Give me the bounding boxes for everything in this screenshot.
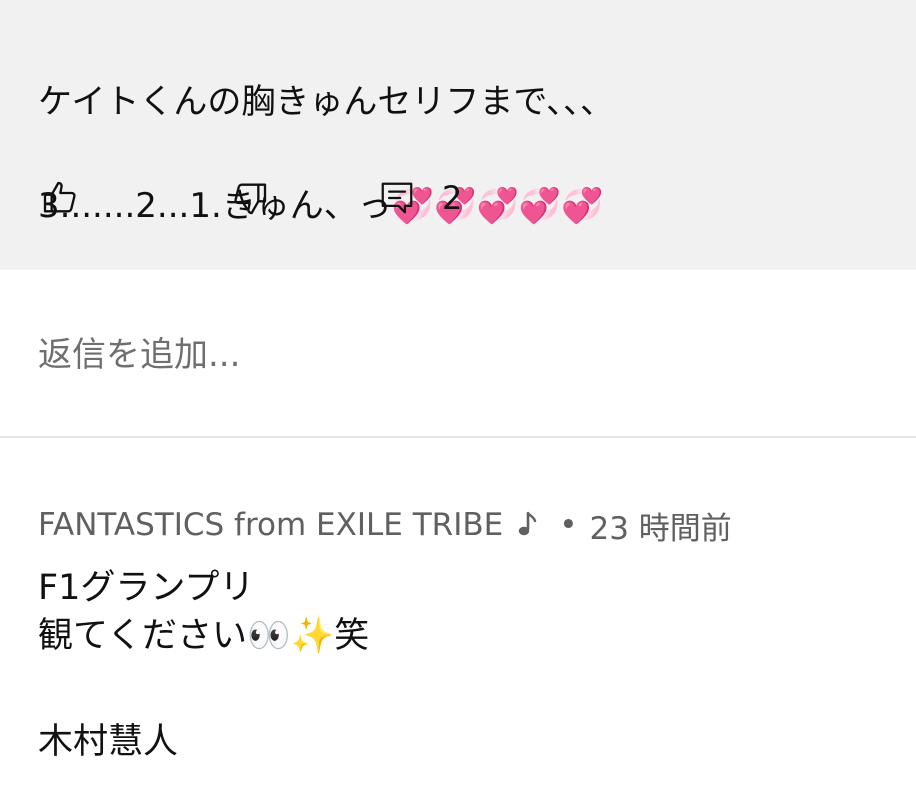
divider [0,436,916,438]
meta-separator: • [559,507,578,543]
add-reply-input[interactable] [0,300,916,410]
comment-text-line-1: ケイトくんの胸きゅんセリフまで、、、 [38,82,614,122]
reply-body-line: F1グランプリ [38,568,255,608]
like-button[interactable] [40,168,80,228]
music-note-icon [517,511,537,539]
reply-body-line: 観てください👀✨笑 [38,616,370,656]
highlighted-comment: ケイトくんの胸きゅんセリフまで、、、 3.......2...1.きゅん、っ💞💞… [0,0,916,270]
thumbs-up-icon [40,178,80,218]
reply-count: 2 [442,179,463,217]
comment-thread: ケイトくんの胸きゅんセリフまで、、、 3.......2...1.きゅん、っ💞💞… [0,0,916,811]
thumbs-down-icon [230,178,270,218]
dislike-button[interactable] [230,168,270,228]
comment-icon [378,178,416,218]
reply-meta: FANTASTICS from EXILE TRIBE • 23 時間前 [38,500,732,550]
replies-button[interactable]: 2 [378,168,462,228]
author-name[interactable]: FANTASTICS from EXILE TRIBE [38,507,503,543]
reply-body-signature: 木村慧人 [38,722,179,762]
comment-action-bar: 2 [0,168,916,228]
reply-body-blank-line [38,660,898,718]
comment-text: ケイトくんの胸きゅんセリフまで、、、 3.......2...1.きゅん、っ💞💞… [38,18,898,282]
timestamp: 23 時間前 [589,510,732,547]
reply-body: F1グランプリ 観てください👀✨笑 木村慧人 [38,564,898,766]
